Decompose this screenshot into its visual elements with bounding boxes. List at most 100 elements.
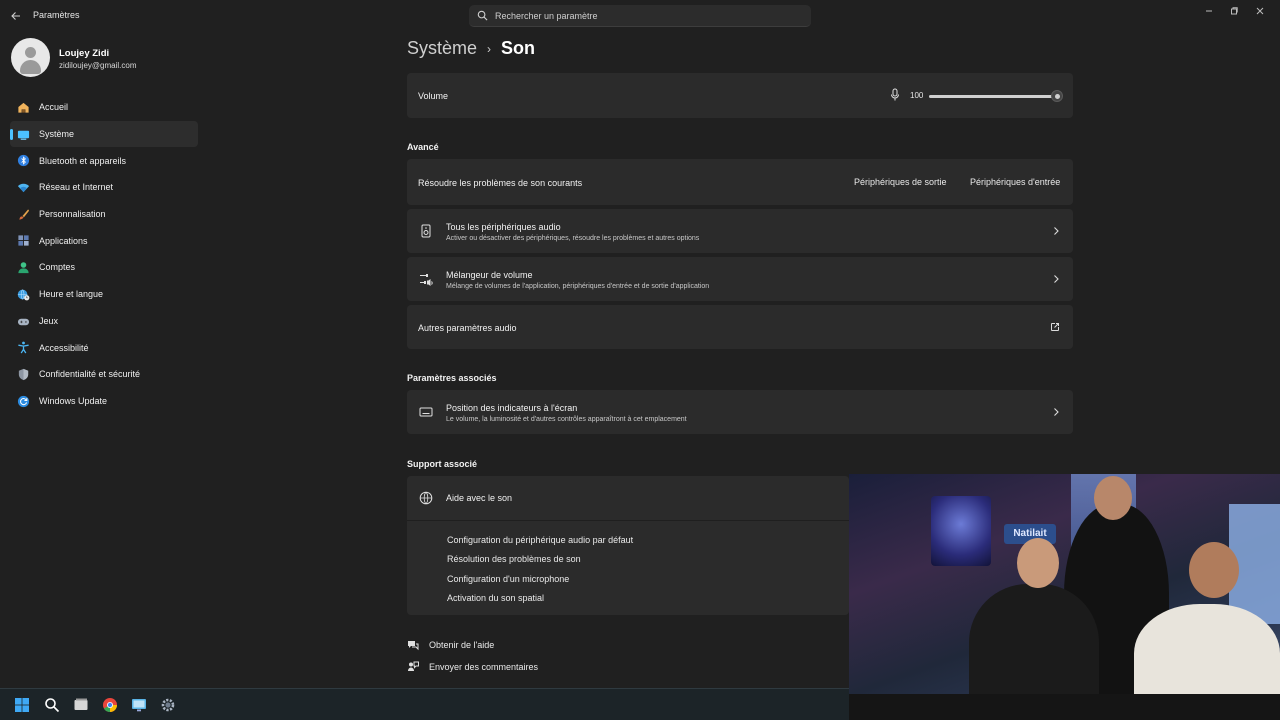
sidebar-item-comptes[interactable]: Comptes bbox=[10, 254, 198, 281]
output-devices-button[interactable]: Périphériques de sortie bbox=[854, 177, 947, 187]
feedback-icon bbox=[408, 661, 419, 671]
sidebar-item-personnalisation[interactable]: Personnalisation bbox=[10, 201, 198, 228]
sidebar-item-label: Bluetooth et appareils bbox=[39, 155, 127, 166]
title-bar: Paramètres Rechercher un paramètre bbox=[0, 0, 1280, 32]
chevron-right-icon bbox=[1054, 227, 1059, 235]
chevron-right-icon bbox=[1054, 275, 1059, 283]
sidebar-item-label: Accueil bbox=[39, 102, 69, 113]
system-icon bbox=[17, 130, 30, 140]
mixer-icon bbox=[420, 274, 433, 286]
sidebar-item-label: Confidentialité et sécurité bbox=[39, 369, 141, 380]
sidebar-item-label: Accessibilité bbox=[39, 342, 89, 353]
page-title: Son bbox=[501, 38, 536, 58]
more-sound-settings-card[interactable]: Autres paramètres audio bbox=[407, 305, 1073, 349]
search-input[interactable]: Rechercher un paramètre bbox=[469, 5, 811, 27]
video-desk bbox=[849, 694, 1280, 720]
video-head bbox=[1017, 538, 1059, 588]
sidebar-item-reseau[interactable]: Réseau et Internet bbox=[10, 174, 198, 201]
minimize-button[interactable] bbox=[1202, 6, 1216, 16]
indicator-position-subtitle: Le volume, la luminosité et d'autres con… bbox=[446, 416, 687, 423]
sidebar-item-label: Windows Update bbox=[39, 395, 108, 406]
sound-help-header[interactable]: Aide avec le son bbox=[407, 476, 849, 520]
sidebar-item-bluetooth[interactable]: Bluetooth et appareils bbox=[10, 147, 198, 174]
send-feedback-label: Envoyer des commentaires bbox=[429, 662, 539, 672]
sidebar-item-label: Jeux bbox=[39, 315, 59, 326]
globe-icon bbox=[419, 491, 433, 505]
help-link-spatial-sound[interactable]: Activation du son spatial bbox=[447, 593, 544, 603]
sidebar-item-label: Applications bbox=[39, 235, 88, 246]
chrome-icon[interactable] bbox=[102, 697, 118, 713]
back-button[interactable] bbox=[6, 6, 26, 26]
help-link-default-audio[interactable]: Configuration du périphérique audio par … bbox=[447, 535, 633, 545]
breadcrumb-parent[interactable]: Système bbox=[407, 38, 477, 59]
task-view-icon[interactable] bbox=[73, 697, 89, 713]
sidebar-item-heure-langue[interactable]: Heure et langue bbox=[10, 281, 198, 308]
volume-mixer-card[interactable]: Mélangeur de volume Mélange de volumes d… bbox=[407, 257, 1073, 301]
close-icon bbox=[1256, 7, 1264, 15]
remote-desktop-icon[interactable] bbox=[131, 697, 147, 713]
person-icon bbox=[18, 262, 29, 274]
chevron-right-icon bbox=[1054, 408, 1059, 416]
volume-label: Volume bbox=[418, 91, 449, 101]
sidebar-item-confidentialite[interactable]: Confidentialité et sécurité bbox=[10, 361, 198, 388]
close-button[interactable] bbox=[1253, 6, 1267, 16]
sidebar-nav: Accueil Système Bluetooth et appareils R… bbox=[10, 94, 198, 414]
bluetooth-icon bbox=[17, 155, 30, 167]
wifi-icon bbox=[17, 183, 30, 193]
section-heading-parametres-associes: Paramètres associés bbox=[407, 373, 497, 383]
screen-indicator-icon bbox=[419, 407, 433, 417]
sidebar-item-applications[interactable]: Applications bbox=[10, 227, 198, 254]
all-audio-devices-card[interactable]: Tous les périphériques audio Activer ou … bbox=[407, 209, 1073, 253]
indicator-position-card[interactable]: Position des indicateurs à l'écran Le vo… bbox=[407, 390, 1073, 434]
globe-clock-icon bbox=[17, 289, 30, 301]
troubleshoot-card: Résoudre les problèmes de son courants P… bbox=[407, 159, 1073, 205]
settings-gear-icon[interactable] bbox=[160, 697, 176, 713]
restore-icon bbox=[1231, 7, 1238, 15]
sidebar-item-jeux[interactable]: Jeux bbox=[10, 308, 198, 335]
maximize-button[interactable] bbox=[1227, 6, 1241, 16]
volume-slider[interactable] bbox=[929, 89, 1063, 103]
sidebar-item-accessibilite[interactable]: Accessibilité bbox=[10, 334, 198, 361]
sidebar-item-label: Heure et langue bbox=[39, 289, 104, 300]
search-icon bbox=[477, 10, 488, 21]
video-head bbox=[1094, 476, 1132, 520]
chevron-right-icon: › bbox=[487, 41, 492, 56]
taskbar bbox=[0, 688, 849, 720]
sidebar-item-systeme[interactable]: Système bbox=[10, 120, 198, 148]
speaker-device-icon bbox=[421, 224, 431, 238]
volume-slider-fill bbox=[929, 95, 1057, 98]
accessibility-icon bbox=[18, 341, 29, 354]
help-link-microphone[interactable]: Configuration d'un microphone bbox=[447, 574, 569, 584]
search-placeholder: Rechercher un paramètre bbox=[495, 11, 598, 21]
sidebar-item-label: Système bbox=[39, 129, 75, 140]
user-name: Loujey Zidi bbox=[59, 48, 110, 59]
input-devices-button[interactable]: Périphériques d'entrée bbox=[970, 177, 1060, 187]
apps-icon bbox=[18, 235, 29, 247]
sidebar-item-label: Réseau et Internet bbox=[39, 182, 114, 193]
gamepad-icon bbox=[17, 318, 30, 325]
volume-card: Volume 100 bbox=[407, 73, 1073, 118]
brush-icon bbox=[19, 209, 30, 220]
volume-mixer-subtitle: Mélange de volumes de l'application, pér… bbox=[446, 283, 710, 290]
external-link-icon bbox=[1051, 323, 1059, 331]
section-heading-support-associe: Support associé bbox=[407, 459, 478, 469]
windows-start-icon[interactable] bbox=[14, 697, 30, 713]
volume-slider-thumb[interactable] bbox=[1051, 90, 1063, 102]
sidebar-item-accueil[interactable]: Accueil bbox=[10, 94, 198, 121]
get-help-label: Obtenir de l'aide bbox=[429, 640, 495, 650]
webcam-video-overlay: Natilait bbox=[849, 474, 1280, 720]
search-icon[interactable] bbox=[44, 697, 60, 713]
user-email: zidiloujey@gmail.com bbox=[59, 61, 137, 70]
send-feedback-link[interactable]: Envoyer des commentaires bbox=[407, 661, 538, 673]
help-link-sound-problems[interactable]: Résolution des problèmes de son bbox=[447, 554, 581, 564]
volume-value: 100 bbox=[910, 91, 924, 100]
app-title: Paramètres bbox=[33, 10, 80, 20]
microphone-icon[interactable] bbox=[890, 88, 900, 102]
back-arrow-icon bbox=[11, 12, 20, 20]
breadcrumb: Système › Son bbox=[407, 38, 535, 59]
minimize-icon bbox=[1206, 10, 1212, 12]
get-help-link[interactable]: Obtenir de l'aide bbox=[407, 639, 494, 651]
troubleshoot-label: Résoudre les problèmes de son courants bbox=[418, 178, 583, 188]
update-icon bbox=[17, 395, 30, 407]
sidebar-item-windows-update[interactable]: Windows Update bbox=[10, 388, 198, 415]
